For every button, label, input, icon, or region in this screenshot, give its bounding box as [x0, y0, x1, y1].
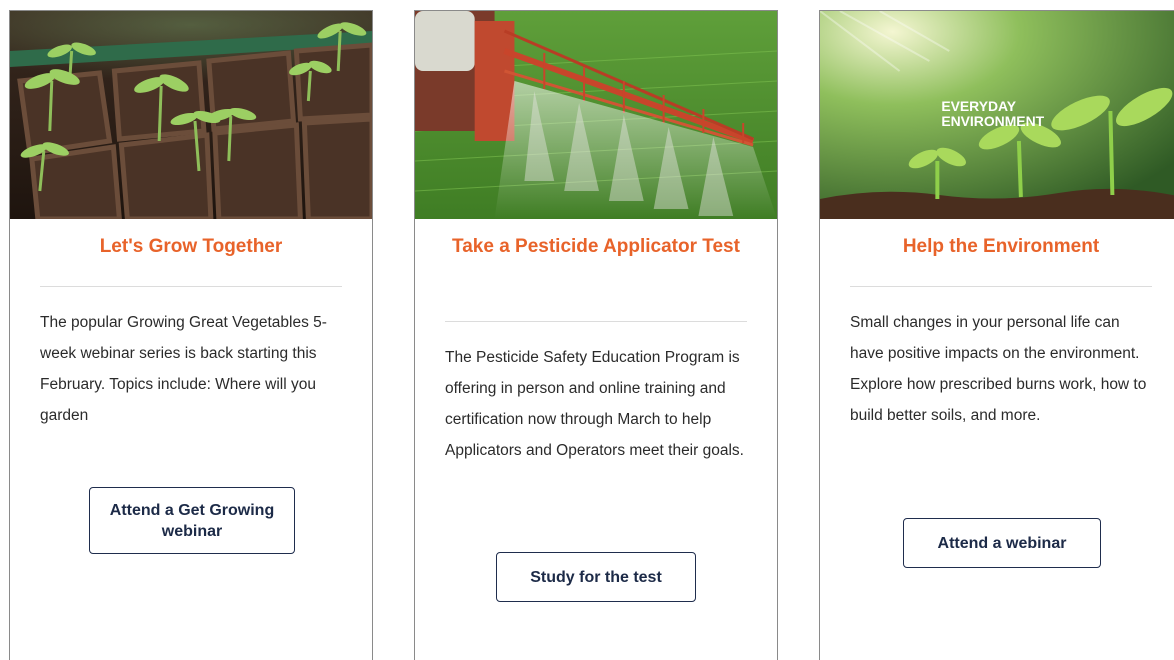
card-title: Take a Pesticide Applicator Test [452, 236, 740, 257]
card-title: Let's Grow Together [99, 236, 283, 257]
card-pesticide-test: Take a Pesticide Applicator Test The Pes… [414, 10, 778, 660]
crop-sprayer-icon [415, 11, 777, 219]
crop-sprayer-image [415, 11, 777, 219]
attend-webinar-button[interactable]: Attend a webinar [903, 518, 1101, 568]
card-divider [445, 321, 747, 322]
card-divider [40, 286, 342, 287]
study-for-test-button[interactable]: Study for the test [496, 552, 696, 602]
seedling-tray-image [10, 11, 372, 219]
card-help-environment: EVERYDAY ENVIRONMENT Help the Environmen… [819, 10, 1174, 660]
sprouts-icon: EVERYDAY ENVIRONMENT [820, 11, 1174, 219]
sprouts-image: EVERYDAY ENVIRONMENT [820, 11, 1174, 219]
seedling-tray-icon [10, 11, 372, 219]
image-caption-line1: EVERYDAY [941, 98, 1016, 114]
card-description: The Pesticide Safety Education Program i… [445, 349, 744, 459]
card-divider [850, 286, 1152, 287]
card-grow-together: Let's Grow Together The popular Growing … [9, 10, 373, 660]
image-caption-line2: ENVIRONMENT [941, 113, 1044, 129]
card-title: Help the Environment [902, 236, 1100, 257]
card-description: The popular Growing Great Vegetables 5-w… [40, 314, 327, 424]
card-description: Small changes in your personal life can … [850, 314, 1147, 424]
attend-get-growing-webinar-button[interactable]: Attend a Get Growing webinar [89, 487, 295, 554]
